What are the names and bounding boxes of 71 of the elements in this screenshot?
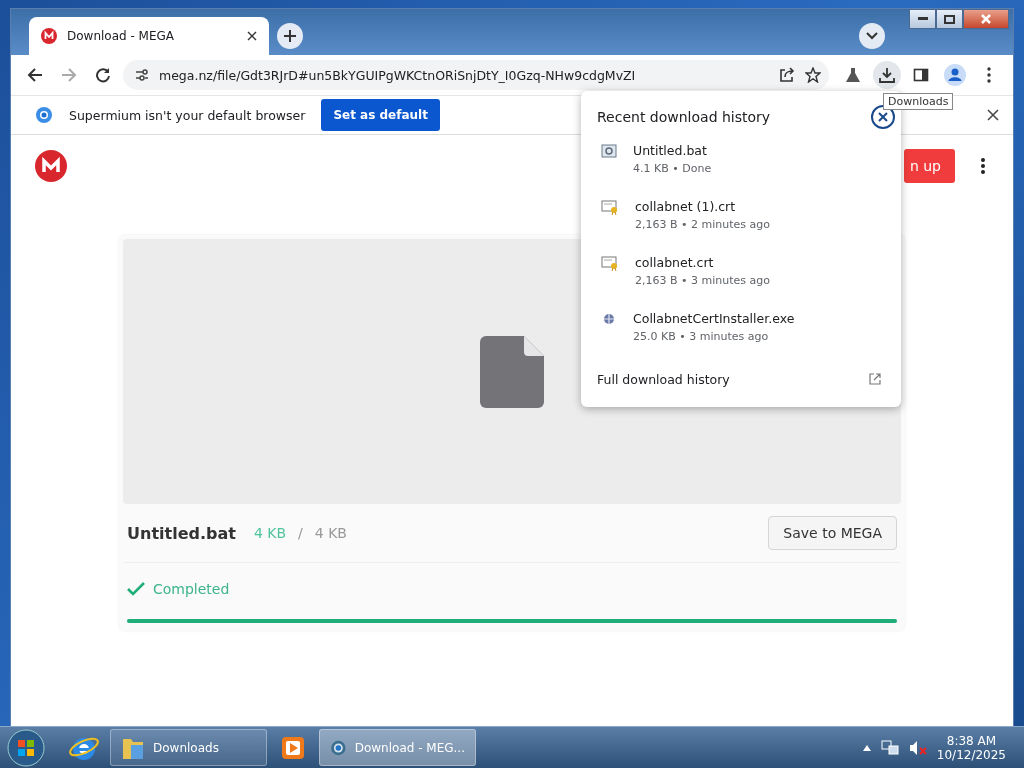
settings-file-icon [601,143,617,159]
close-icon[interactable] [987,109,999,121]
volume-muted-icon[interactable] [908,739,927,756]
file-name: Untitled.bat [127,523,236,543]
maximize-icon [944,14,955,24]
full-history-link[interactable]: Full download history [597,371,730,387]
open-external-icon[interactable] [869,373,881,385]
logo-icon [41,28,57,44]
reload-icon [95,67,111,83]
certificate-icon [601,255,619,271]
download-item[interactable]: collabnet.crt 2,163 B • 3 minutes ago [581,247,901,303]
url-text: mega.nz/file/Gdt3RJrD#un5BkYGUIPgWKCtnORiSnjDtY_I0Gzq-NHw9cdgMvZI [159,67,637,83]
program-icon [601,311,617,327]
more-icon[interactable] [981,158,985,174]
flask-icon [845,67,861,83]
download-details: 4.1 KB • Done [633,162,712,175]
infobar-message: Supermium isn't your default browser [69,107,306,123]
sign-up-button[interactable]: n up [903,149,955,183]
menu-icon [987,67,991,83]
status-text: Completed [153,581,230,597]
network-icon[interactable] [880,739,899,756]
set-default-button[interactable]: Set as default [321,99,440,131]
size-separator: / [298,525,303,541]
browser-logo-icon [35,106,53,124]
windows-logo-icon [7,728,45,767]
popup-title: Recent download history [597,109,771,125]
download-name: CollabnetCertInstaller.exe [633,311,795,326]
download-details: 2,163 B • 2 minutes ago [635,218,770,231]
downloads-tooltip: Downloads [883,93,954,110]
new-tab-button[interactable] [277,23,303,49]
minimize-button[interactable] [909,9,936,29]
download-item[interactable]: CollabnetCertInstaller.exe 25.0 KB • 3 minutes ago [581,303,901,359]
plus-icon [283,29,297,43]
start-button[interactable] [6,727,46,768]
taskbar-button[interactable]: Downloads [110,729,267,766]
download-name: collabnet (1).crt [635,199,737,214]
checkmark-icon [127,582,145,596]
profile-button[interactable] [941,61,969,89]
logo-icon[interactable] [35,150,67,182]
save-to-mega-button[interactable]: Save to MEGA [768,516,897,550]
minimize-icon [917,17,928,21]
star-icon[interactable] [805,67,821,83]
close-icon [981,14,991,24]
close-icon [878,112,888,122]
share-icon[interactable] [779,67,795,83]
chevron-down-icon [866,32,878,40]
download-name: collabnet.crt [635,255,715,270]
download-details: 2,163 B • 3 minutes ago [635,274,770,287]
side-panel-icon [913,67,929,83]
site-settings-icon[interactable] [135,68,149,82]
download-details: 25.0 KB • 3 minutes ago [633,330,770,343]
forward-arrow-icon [61,67,77,83]
download-icon [878,66,896,84]
certificate-icon [601,199,619,215]
show-hidden-icon[interactable] [862,744,871,751]
download-name: Untitled.bat [633,143,708,158]
close-window-button[interactable] [963,9,1009,29]
file-icon [480,335,544,408]
total-size: 4 KB [314,525,347,541]
downloads-button[interactable] [873,61,901,89]
downloaded-size: 4 KB [253,525,287,541]
close-icon[interactable] [247,31,257,41]
avatar-icon [944,64,966,86]
download-item[interactable]: collabnet (1).crt 2,163 B • 2 minutes ago [581,191,901,247]
back-arrow-icon [27,67,43,83]
download-item[interactable]: Untitled.bat 4.1 KB • Done [581,135,901,191]
tab-search-button[interactable] [859,23,885,49]
clock[interactable]: 8:38 AM 10/12/2025 [936,733,1018,762]
browser-tab[interactable]: Download - MEGA [29,17,269,55]
maximize-button[interactable] [936,9,963,29]
address-bar[interactable]: mega.nz/file/Gdt3RJrD#un5BkYGUIPgWKCtnORiSnjDtY_I0Gzq-NHw9cdgMvZI [123,60,829,90]
